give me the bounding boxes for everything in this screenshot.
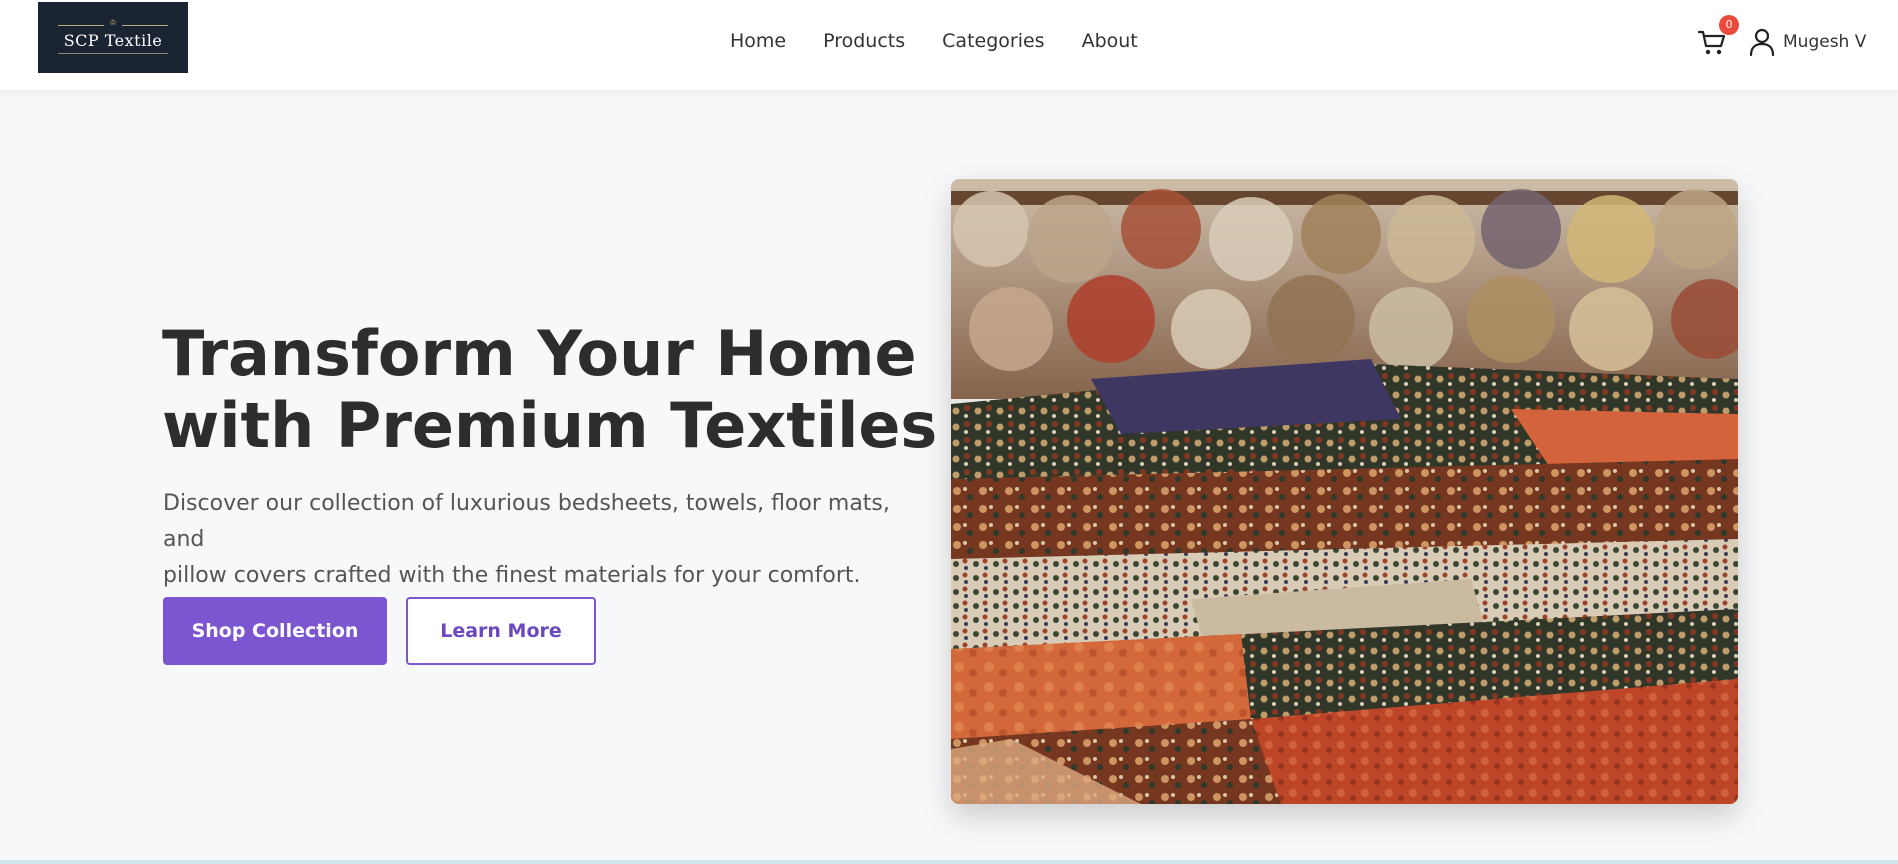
logo[interactable]: ♔ SCP Textile	[38, 2, 188, 73]
user-icon	[1749, 28, 1775, 56]
nav-link-categories[interactable]: Categories	[942, 28, 1044, 54]
learn-more-button[interactable]: Learn More	[406, 597, 596, 665]
hero-image-textiles	[951, 179, 1738, 804]
shop-collection-button[interactable]: Shop Collection	[163, 597, 387, 665]
hero-title-line-2: with Premium Textiles	[162, 389, 938, 462]
crown-icon: ♔	[58, 18, 168, 29]
site-header: ♔ SCP Textile Home Products Categories A…	[0, 0, 1898, 90]
cart-count-badge: 0	[1719, 15, 1739, 35]
logo-text: SCP Textile	[63, 31, 163, 50]
logo-divider	[58, 53, 168, 54]
hero-subtitle-line-2: pillow covers crafted with the finest ma…	[163, 563, 861, 588]
hero-subtitle-line-1: Discover our collection of luxurious bed…	[163, 491, 890, 552]
hero-title-line-1: Transform Your Home	[162, 317, 917, 390]
nav-link-products[interactable]: Products	[823, 28, 905, 54]
main-nav: Home Products Categories About	[730, 28, 1175, 54]
hero-title: Transform Your Home with Premium Textile…	[162, 318, 942, 462]
user-name: Mugesh V	[1783, 32, 1867, 52]
nav-link-home[interactable]: Home	[730, 28, 786, 54]
section-divider	[0, 860, 1898, 864]
hero-subtitle: Discover our collection of luxurious bed…	[163, 486, 923, 594]
nav-link-about[interactable]: About	[1082, 28, 1138, 54]
user-menu[interactable]: Mugesh V	[1749, 28, 1866, 56]
